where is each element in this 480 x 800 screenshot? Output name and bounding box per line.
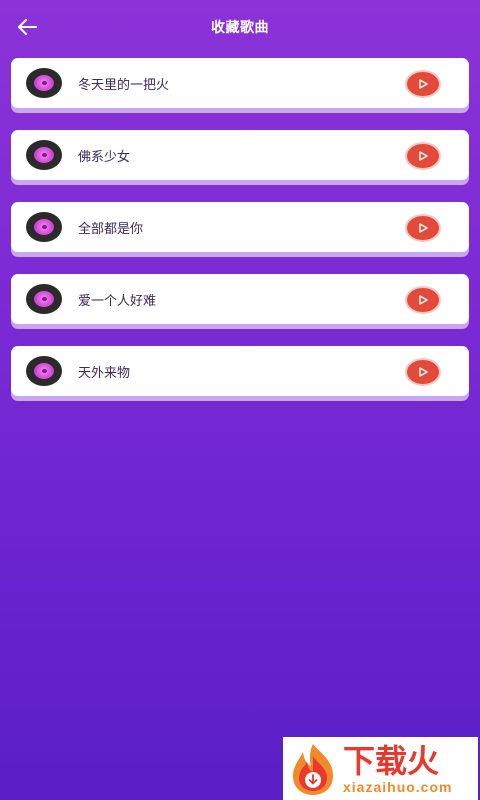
favorite-songs-list: 冬天里的一把火 佛系少女 全部都是你 爱一个人好难 天外来物 [11, 58, 469, 418]
watermark-text-cn: 下载火 [343, 741, 440, 780]
play-button[interactable] [405, 70, 441, 98]
play-button[interactable] [405, 358, 441, 386]
song-item[interactable]: 佛系少女 [11, 130, 469, 180]
flame-logo-icon [283, 737, 343, 800]
play-icon [419, 295, 428, 305]
vinyl-disc-icon [26, 284, 62, 314]
play-button[interactable] [405, 142, 441, 170]
play-icon [419, 367, 428, 377]
play-button[interactable] [405, 214, 441, 242]
play-icon [419, 79, 428, 89]
play-icon [419, 151, 428, 161]
song-item[interactable]: 全部都是你 [11, 202, 469, 252]
header-bar: 收藏歌曲 [0, 0, 480, 56]
vinyl-disc-icon [26, 68, 62, 98]
play-button[interactable] [405, 286, 441, 314]
song-name: 爱一个人好难 [78, 294, 157, 309]
song-item[interactable]: 爱一个人好难 [11, 274, 469, 324]
watermark-text-en: xiazaihuo.com [343, 778, 453, 795]
song-name: 冬天里的一把火 [78, 78, 170, 93]
vinyl-disc-icon [26, 212, 62, 242]
play-icon [419, 223, 428, 233]
page-title: 收藏歌曲 [211, 20, 269, 36]
watermark-logo: 下载火 xiazaihuo.com [283, 737, 478, 800]
vinyl-disc-icon [26, 356, 62, 386]
song-item[interactable]: 天外来物 [11, 346, 469, 396]
song-name: 全部都是你 [78, 222, 144, 237]
song-name: 天外来物 [78, 366, 131, 381]
song-item[interactable]: 冬天里的一把火 [11, 58, 469, 108]
vinyl-disc-icon [26, 140, 62, 170]
song-name: 佛系少女 [78, 150, 131, 165]
